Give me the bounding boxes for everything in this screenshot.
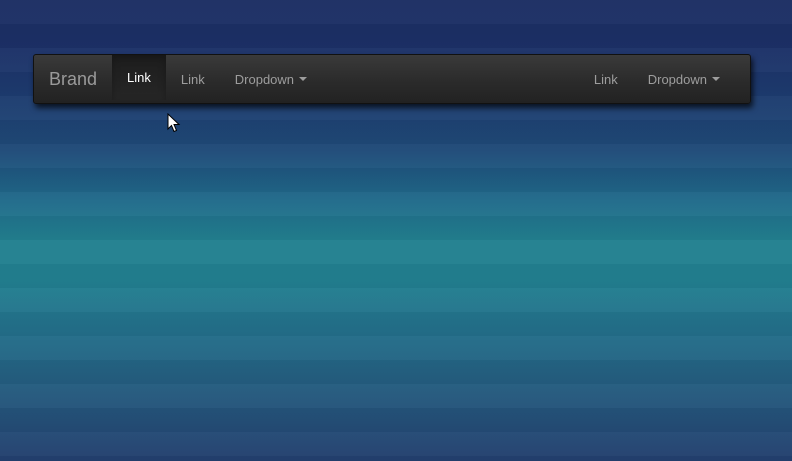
nav-link-label: Link <box>593 71 618 87</box>
navbar: Brand Link Link Dropdown Link Dropdown <box>33 54 751 104</box>
nav-link-right[interactable]: Link <box>579 55 633 103</box>
caret-down-icon <box>299 77 308 81</box>
navbar-right-nav: Link Dropdown <box>579 55 735 103</box>
navbar-left-nav: Link Link Dropdown <box>112 55 322 103</box>
caret-down-icon <box>712 77 720 81</box>
nav-link-label: Link <box>127 70 151 85</box>
nav-link-label: Link <box>180 71 205 87</box>
nav-link[interactable]: Link <box>166 55 220 103</box>
nav-dropdown-right[interactable]: Dropdown <box>633 55 735 103</box>
nav-link-active[interactable]: Link <box>112 55 166 100</box>
nav-dropdown-label: Dropdown <box>647 71 707 87</box>
nav-dropdown[interactable]: Dropdown <box>220 55 322 103</box>
navbar-brand[interactable]: Brand <box>34 55 112 103</box>
nav-dropdown-label: Dropdown <box>234 71 295 87</box>
mouse-pointer-icon <box>167 113 181 133</box>
